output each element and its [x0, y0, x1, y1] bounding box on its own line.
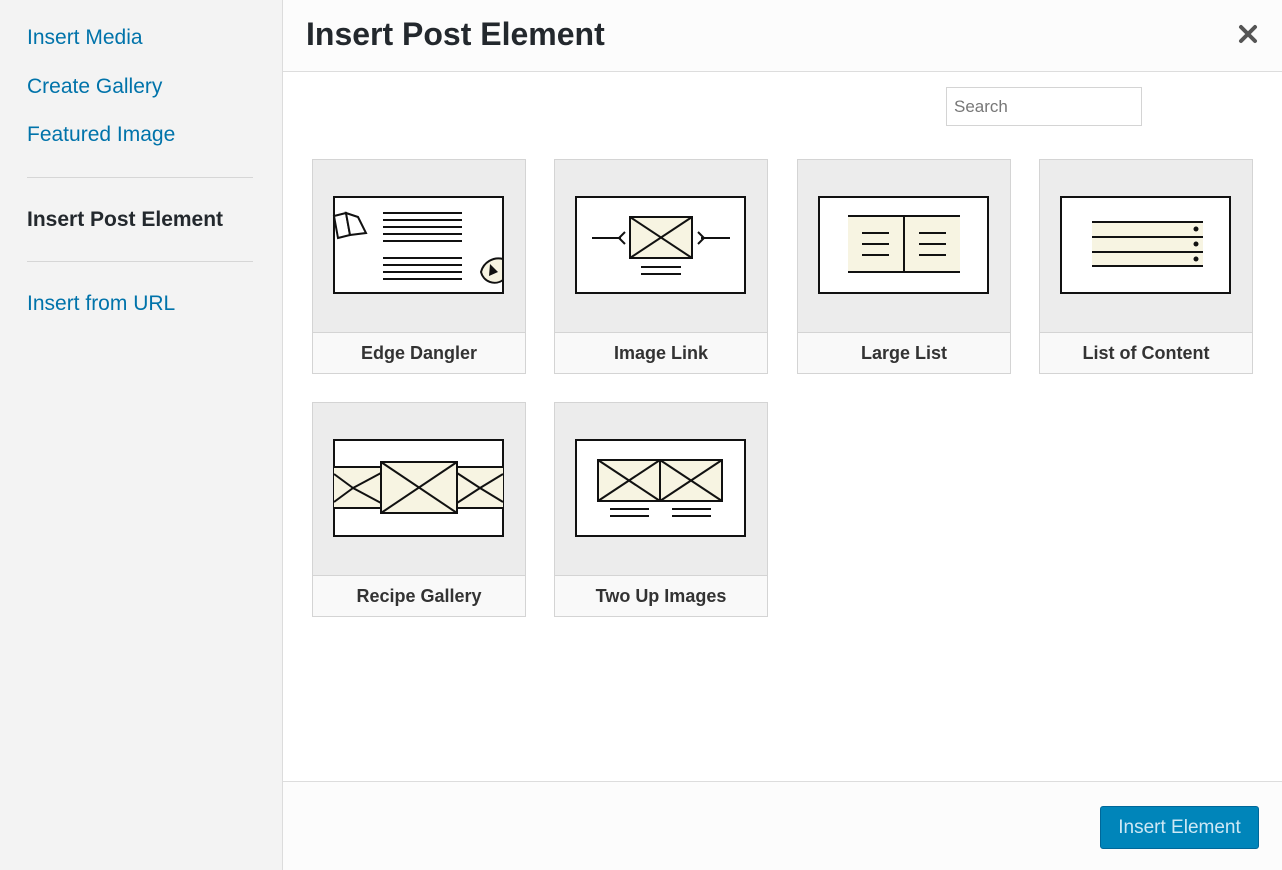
- tile-thumbnail: [313, 160, 525, 332]
- close-icon: [1239, 25, 1257, 43]
- sidebar-item-insert-media[interactable]: Insert Media: [27, 25, 143, 51]
- modal-title: Insert Post Element: [306, 16, 605, 52]
- modal-sidebar: Insert Media Create Gallery Featured Ima…: [0, 0, 283, 870]
- tile-label: Recipe Gallery: [313, 575, 525, 616]
- edge-dangler-icon: [332, 196, 504, 294]
- tile-label: List of Content: [1040, 332, 1252, 373]
- modal-footer: Insert Element: [283, 781, 1282, 870]
- insert-element-button[interactable]: Insert Element: [1100, 806, 1259, 849]
- tile-thumbnail: [313, 403, 525, 575]
- element-tile-edge-dangler[interactable]: Edge Dangler: [312, 159, 526, 374]
- element-tile-large-list[interactable]: Large List: [797, 159, 1011, 374]
- element-tile-two-up-images[interactable]: Two Up Images: [554, 402, 768, 617]
- sidebar-item-insert-from-url[interactable]: Insert from URL: [27, 291, 175, 317]
- sidebar-divider: [27, 261, 253, 262]
- sidebar-item-create-gallery[interactable]: Create Gallery: [27, 74, 162, 100]
- search-input[interactable]: [946, 87, 1142, 126]
- recipe-gallery-icon: [333, 439, 504, 537]
- element-tile-recipe-gallery[interactable]: Recipe Gallery: [312, 402, 526, 617]
- list-of-content-icon: [1060, 196, 1231, 294]
- tile-thumbnail: [555, 160, 767, 332]
- image-link-icon: [575, 196, 746, 294]
- tile-label: Two Up Images: [555, 575, 767, 616]
- large-list-icon: [818, 196, 989, 294]
- sidebar-item-insert-post-element[interactable]: Insert Post Element: [27, 207, 223, 233]
- tile-thumbnail: [1040, 160, 1252, 332]
- element-tile-list-of-content[interactable]: List of Content: [1039, 159, 1253, 374]
- modal-header: Insert Post Element: [283, 0, 1282, 72]
- tile-label: Edge Dangler: [313, 332, 525, 373]
- close-button[interactable]: [1232, 18, 1264, 50]
- element-tile-image-link[interactable]: Image Link: [554, 159, 768, 374]
- tile-thumbnail: [798, 160, 1010, 332]
- tile-label: Image Link: [555, 332, 767, 373]
- sidebar-item-featured-image[interactable]: Featured Image: [27, 122, 175, 148]
- media-modal: Insert Media Create Gallery Featured Ima…: [0, 0, 1282, 870]
- two-up-images-icon: [575, 439, 746, 537]
- tile-thumbnail: [555, 403, 767, 575]
- tile-label: Large List: [798, 332, 1010, 373]
- sidebar-divider: [27, 177, 253, 178]
